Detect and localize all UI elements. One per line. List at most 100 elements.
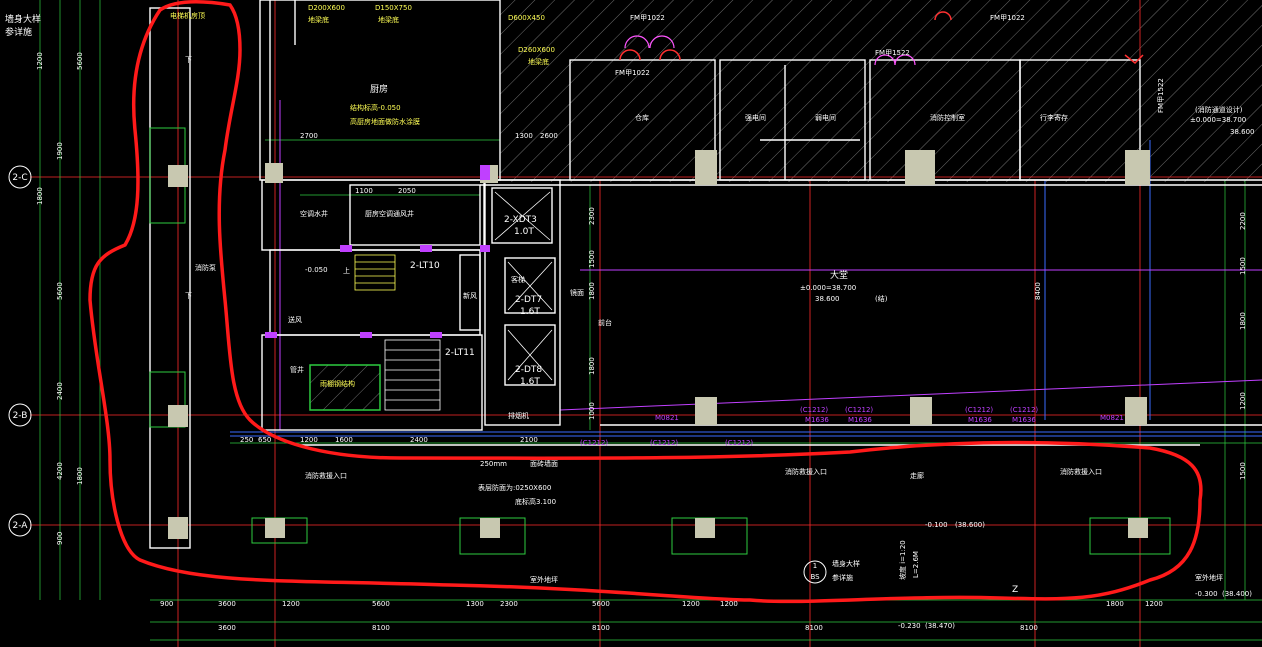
window-tag: M1636 (805, 416, 829, 424)
dim-bottom: 900 (160, 600, 173, 608)
top-left-note-1: 墙身大样 (5, 13, 41, 25)
dim-bottom-2: 3600 (218, 624, 236, 632)
beam-label-4: 地梁底 (528, 57, 549, 66)
office-1: 强电间 (745, 113, 766, 122)
window-tag: (C1212) (965, 406, 993, 414)
stair-1: 2-LT10 (410, 261, 440, 271)
level-mark: -0.050 (305, 266, 328, 274)
mid-note-5: 底标高3.100 (515, 497, 556, 506)
mirror: 镜面 (570, 288, 584, 297)
grid-bubble-2c: 2-C (12, 173, 27, 183)
dim-right: 1800 (1239, 312, 1247, 330)
top-label-5: FM甲1022 (630, 14, 665, 22)
dim-right: 1500 (1239, 257, 1247, 275)
dim-bottom: 5600 (372, 600, 390, 608)
purple-marks (265, 165, 490, 338)
beam-label-2: 地梁底 (378, 15, 399, 24)
hall-level-suffix: (结) (875, 294, 888, 303)
dims-center: 2300 1500 1800 1800 1000 (588, 207, 596, 420)
dim-bottom: 1200 (282, 600, 300, 608)
dim-center: 1800 (588, 357, 596, 375)
outdoor-label-2: 室外地坪 (1195, 573, 1223, 582)
hall-label: 大堂 (830, 269, 848, 281)
lower-level2: (38.600) (955, 521, 985, 529)
office-4: 行李寄存 (1040, 113, 1068, 122)
beam-label-1: 地梁底 (308, 15, 329, 24)
stairs-down-2: 下 (185, 292, 192, 300)
window-tag: M1636 (848, 416, 872, 424)
dim-right: 1500 (1239, 462, 1247, 480)
dim-mid: 2100 (520, 436, 538, 444)
window-tag: (C1212) (1010, 406, 1038, 414)
beam-label-3: D260X600 (518, 46, 555, 54)
grid-bubble-2a: 2-A (13, 521, 29, 531)
window-tag: (C1212) (580, 439, 608, 447)
section-sheet: BS (810, 573, 820, 581)
ramp-note2: L=2.6M (912, 551, 920, 578)
dim-bottom-2: 8100 (1020, 624, 1038, 632)
dim-left: 5600 (76, 52, 84, 70)
dim-bottom: 1800 (1106, 600, 1124, 608)
window-tag: (C1212) (650, 439, 678, 447)
dim-top: 1100 (355, 187, 373, 195)
fresh-air: 新风 (463, 291, 477, 300)
stairs-up-1: 上 (343, 266, 350, 275)
hall-level2: 38.600 (815, 295, 840, 303)
dim-bottom: 1200 (682, 600, 700, 608)
dim-bottom-2: 8100 (372, 624, 390, 632)
stairs-down-1: 下 (185, 56, 192, 64)
office-3: 消防控制室 (930, 113, 965, 122)
ramp-note: 坡度 i=1:20 (898, 540, 907, 580)
dim-left: 900 (56, 532, 64, 545)
entrance-1: 消防救援入口 (305, 471, 347, 480)
top-label-3: D150X750 (375, 4, 412, 12)
elevator-1-id: 2-XDT3 (504, 215, 537, 225)
top-label-1: 电梯机房顶 (170, 11, 205, 20)
top-left-note-2: 参详施 (5, 26, 32, 38)
elevator-3-note: 1.6T (520, 377, 540, 387)
top-label-2: D200X600 (308, 4, 345, 12)
bottom-level: -0.300 (1195, 590, 1218, 598)
window-tag: M0821 (655, 414, 679, 422)
dim-right: 8400 (1034, 282, 1042, 300)
fm-1: FM甲1522 (875, 49, 910, 57)
dim-bottom-2: 8100 (592, 624, 610, 632)
section-ref: 墙身大样 (832, 559, 860, 568)
dim-mid: 250 (240, 436, 253, 444)
porch-label: 走廊 (910, 471, 924, 480)
dim-center: 2300 (588, 207, 596, 225)
dim-left: 1800 (76, 467, 84, 485)
dim-bottom-2: 8100 (805, 624, 823, 632)
dim-left: 1800 (36, 187, 44, 205)
dim-bottom: 2300 (500, 600, 518, 608)
dims-bottom: 900 3600 1200 5600 1300 2300 1200 5600 1… (160, 600, 1163, 632)
right-note: (消防通道设计) (1195, 105, 1243, 114)
dim-center: 1000 (588, 402, 596, 420)
elevator-word: 客梯 (511, 275, 525, 284)
cashier: 前台 (598, 318, 612, 327)
dim-left: 1900 (56, 142, 64, 160)
letter-z: Z (1012, 585, 1018, 595)
right-level: ±0.000=38.700 (1190, 116, 1246, 124)
entrance-2: 消防救援入口 (785, 467, 827, 476)
elevator-1-note: 1.0T (514, 227, 534, 237)
dim-left: 2400 (56, 382, 64, 400)
dim-mid: 1600 (335, 436, 353, 444)
dim-mid: 1200 (300, 436, 318, 444)
window-tag: (C1212) (800, 406, 828, 414)
entrance-3: 消防救援入口 (1060, 467, 1102, 476)
room-ac-shaft: 空调水井 (300, 209, 328, 218)
dims-right: 2200 1500 1800 8400 1200 1500 (1034, 212, 1247, 480)
mid-note-1: 250mm (480, 460, 507, 468)
storage: 仓库 (635, 113, 649, 122)
office-2: 弱电间 (815, 113, 836, 122)
mid-note-3: 面砖墙面 (530, 459, 558, 468)
cad-floor-plan: 2-C 2-B 2-A 墙身大样 参详施 电梯机房顶 D200X600 D150… (5, 0, 1262, 647)
top-label-4: D600X450 (508, 14, 545, 22)
lower-level: -0.100 (925, 521, 948, 529)
dim-left: 4200 (56, 462, 64, 480)
dim-center: 1800 (588, 282, 596, 300)
section-ref2: 参详施 (832, 573, 853, 582)
dim-top: 2600 (540, 132, 558, 140)
grid-bubble-2b: 2-B (13, 411, 28, 421)
